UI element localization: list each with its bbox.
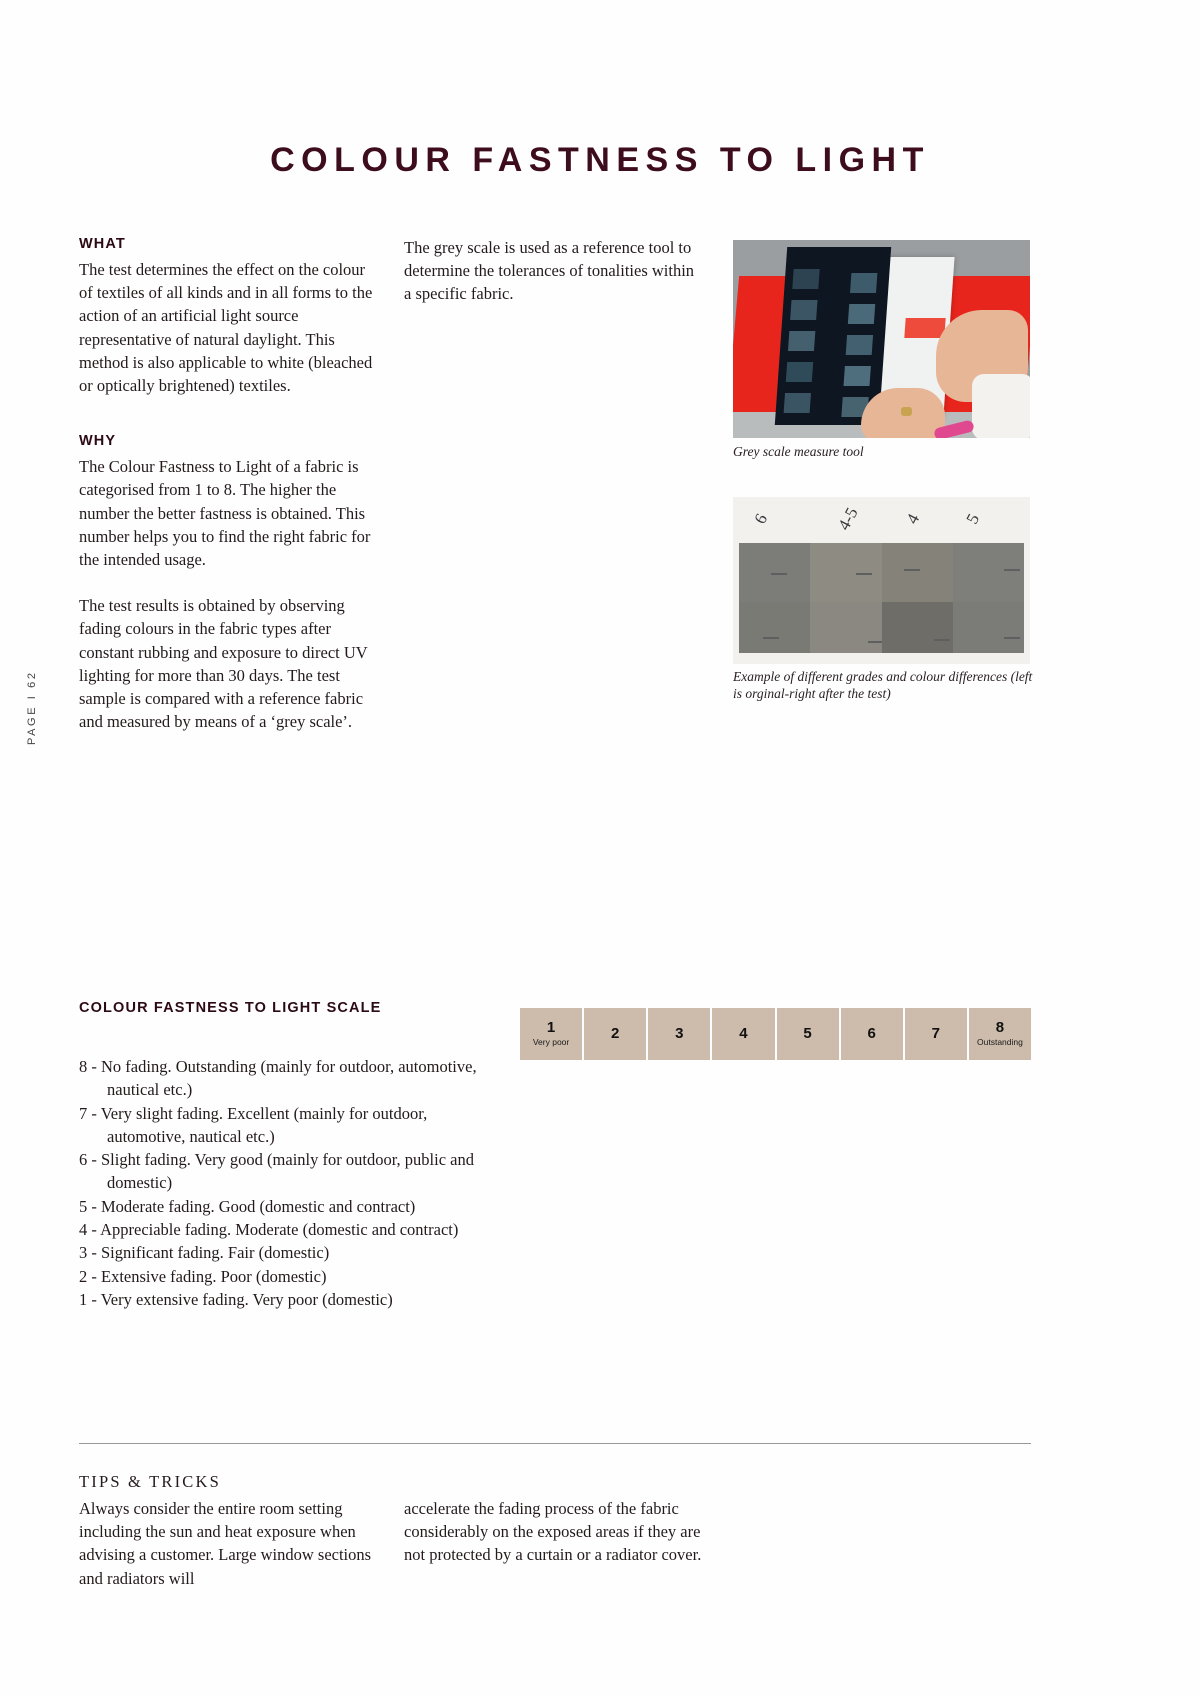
scale-cell-number: 5 [803,1025,812,1042]
list-item: 7 - Very slight fading. Excellent (mainl… [79,1103,428,1146]
tips-heading: TIPS & TRICKS [79,1472,221,1491]
fabric-swatch [881,543,953,653]
photo-fabric-strip [739,543,1024,653]
scale-cell-1[interactable]: 1 Very poor [520,1008,583,1060]
scale-cell-number: 2 [611,1025,620,1042]
scale-cell-3[interactable]: 3 [648,1008,711,1060]
section-body-what: The test determines the effect on the co… [79,260,373,396]
tips-column-left: Always consider the entire room setting … [79,1497,379,1590]
tips-column-right: accelerate the fading process of the fab… [404,1497,704,1567]
photo-red-patch [904,318,946,338]
text-column-middle: The grey scale is used as a reference to… [404,236,704,306]
tips-body-left: Always consider the entire room setting … [79,1499,372,1588]
scale-cell-number: 1 [546,1019,556,1036]
pin-mark [771,573,787,575]
swatch [792,269,820,289]
document-page: COLOUR FASTNESS TO LIGHT PAGE I 62 WHAT … [0,0,1200,1697]
swatch [843,366,871,386]
horizontal-divider [79,1443,1031,1444]
list-item: 3 - Significant fading. Fair (domestic) [79,1243,330,1263]
fabric-swatch [810,543,885,653]
scale-cell-sublabel: Outstanding [977,1037,1023,1047]
fabric-swatch [739,543,811,653]
scale-cell-number: 8 [995,1019,1005,1036]
section-heading-why: WHY [79,433,117,450]
scale-cell-number: 3 [675,1025,684,1042]
scale-cell-5[interactable]: 5 [776,1008,839,1060]
swatch [787,331,816,351]
swatch [785,362,814,382]
colour-fastness-scale-bar: 1 Very poor 2 3 4 5 6 7 8 Outstanding [520,1008,1031,1060]
section-heading-what: WHAT [79,236,126,252]
swatch [847,304,876,324]
list-item: 4 - Appreciable fading. Moderate (domest… [79,1220,459,1240]
page-title: COLOUR FASTNESS TO LIGHT [270,140,930,179]
scale-description-list: 8 - No fading. Outstanding (mainly for o… [79,1055,499,1311]
section-body-greyscale: The grey scale is used as a reference to… [404,238,695,304]
pin-mark [903,569,920,571]
pin-mark [856,573,873,575]
section-body-why-2: The test results is obtained by observin… [79,596,368,732]
scale-cell-4[interactable]: 4 [712,1008,775,1060]
section-body-why-1: The Colour Fastness to Light of a fabric… [79,457,371,570]
swatch [850,273,878,293]
scale-heading: COLOUR FASTNESS TO LIGHT SCALE [79,1000,382,1016]
scale-cell-number: 7 [931,1025,940,1042]
text-column-left: WHAT The test determines the effect on t… [79,236,379,733]
list-item: 5 - Moderate fading. Good (domestic and … [79,1196,416,1216]
list-item: 6 - Slight fading. Very good (mainly for… [79,1150,474,1193]
scale-cell-number: 4 [739,1025,748,1042]
figure-caption-1: Grey scale measure tool [733,444,864,459]
photo-lab-coat-sleeve [972,374,1030,438]
pin-mark [763,637,779,639]
swatch [790,300,818,320]
list-item: 8 - No fading. Outstanding (mainly for o… [79,1057,477,1100]
figure-grey-scale-measure-tool [733,240,1030,438]
scale-cell-2[interactable]: 2 [584,1008,647,1060]
scale-cell-7[interactable]: 7 [904,1008,967,1060]
list-item: 1 - Very extensive fading. Very poor (do… [79,1289,393,1309]
photo-ring [901,407,912,416]
page-number-marker: PAGE I 62 [26,670,38,745]
scale-cell-number: 6 [867,1025,876,1042]
list-item: 2 - Extensive fading. Poor (domestic) [79,1266,327,1286]
scale-cell-8[interactable]: 8 Outstanding [968,1008,1031,1060]
fabric-swatch [952,543,1024,653]
swatch [783,393,812,413]
swatch [845,335,874,355]
figure-grade-comparison: 6 4-5 4 5 [733,497,1030,664]
pin-mark [933,639,950,641]
scale-cell-6[interactable]: 6 [840,1008,903,1060]
scale-cell-sublabel: Very poor [532,1037,570,1047]
figure-caption-2: Example of different grades and colour d… [733,669,1033,701]
pin-mark [1004,637,1020,639]
tips-body-right: accelerate the fading process of the fab… [404,1499,702,1565]
pin-mark [1004,569,1020,571]
